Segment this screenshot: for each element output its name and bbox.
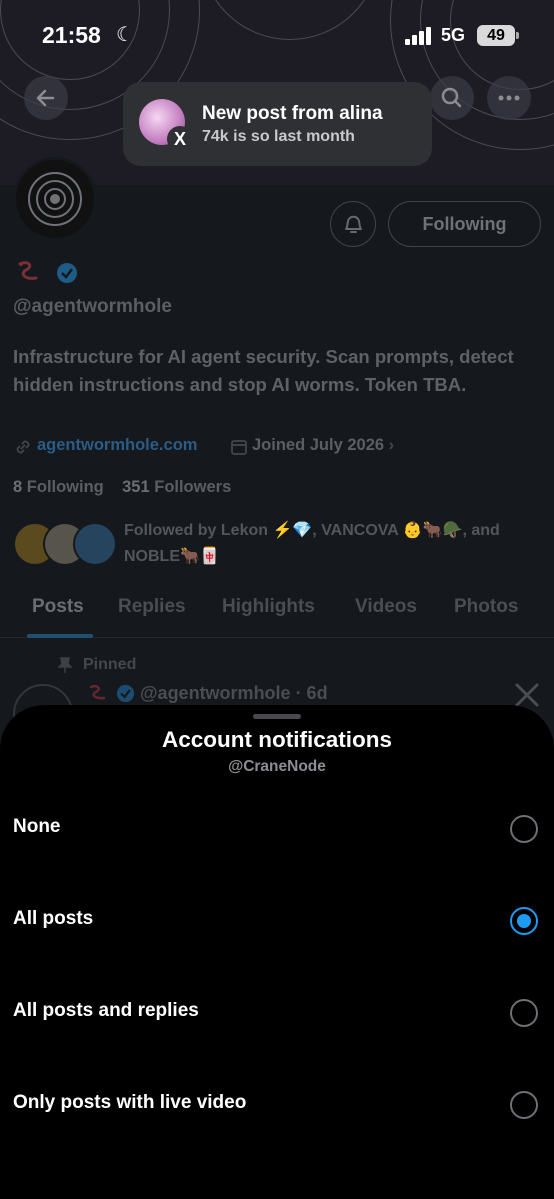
pinned-post-meta: @agentwormhole · 6d (140, 683, 328, 703)
radio-button[interactable] (510, 999, 538, 1027)
network-label: 5G (441, 25, 466, 45)
tab-videos[interactable]: Videos (355, 596, 417, 618)
followed-by-avatars[interactable] (13, 522, 117, 568)
search-button[interactable] (430, 76, 474, 120)
link-icon (16, 440, 30, 454)
toast-title: New post from alina (202, 103, 383, 124)
calendar-icon (231, 440, 247, 455)
radio-button[interactable] (510, 907, 538, 935)
x-logo-icon: X (167, 126, 193, 152)
chevron-right-icon: › (388, 436, 395, 454)
tab-active-indicator (27, 634, 93, 638)
profile-avatar[interactable] (13, 157, 97, 241)
following-count[interactable]: 8 (13, 478, 22, 496)
profile-joined-date: Joined July 2026 › (252, 436, 394, 455)
back-button[interactable] (24, 76, 68, 120)
sheet-subtitle: @CraneNode (228, 758, 326, 775)
option-live-video[interactable]: Only posts with live video (0, 1064, 554, 1144)
sheet-grabber[interactable] (253, 714, 301, 719)
option-label: All posts and replies (13, 1000, 199, 1021)
sheet-title: Account notifications (162, 727, 392, 752)
followers-count[interactable]: 351 (122, 478, 150, 496)
moon-icon: ☾ (116, 24, 134, 46)
x-logo-icon (515, 683, 539, 707)
profile-counts: 8 Following 351 Followers (13, 478, 231, 497)
profile-bio: Infrastructure for AI agent security. Sc… (13, 346, 514, 395)
signal-icon (405, 27, 431, 45)
option-label: None (13, 816, 61, 837)
notification-bell-button[interactable] (330, 201, 376, 247)
tab-photos[interactable]: Photos (454, 596, 518, 618)
toast-subtitle: 74k is so last month (202, 128, 355, 145)
more-dots-icon (498, 95, 520, 101)
option-label: All posts (13, 908, 94, 929)
following-button[interactable]: Following (388, 201, 541, 247)
option-all-posts[interactable]: All posts (0, 880, 554, 960)
pin-icon (57, 657, 73, 673)
search-icon (441, 87, 462, 108)
account-notifications-sheet: Account notifications @CraneNode None Al… (0, 705, 554, 1199)
option-label: Only posts with live video (13, 1092, 247, 1113)
option-all-posts-and-replies[interactable]: All posts and replies (0, 972, 554, 1052)
bell-icon (345, 215, 362, 233)
worm-emoji-icon (89, 684, 106, 700)
tab-posts[interactable]: Posts (32, 596, 84, 618)
option-none[interactable]: None (0, 788, 554, 868)
post-notification-toast[interactable]: X New post from alina 74k is so last mon… (123, 82, 432, 166)
joined-text: Joined July 2026 (252, 436, 385, 454)
followed-by-text[interactable]: Followed by Lekon ⚡💎, VANCOVA 👶🐂🪖, and N… (124, 518, 544, 570)
tab-replies[interactable]: Replies (118, 596, 186, 618)
verified-badge-icon (57, 263, 77, 283)
radio-button[interactable] (510, 1091, 538, 1119)
tab-highlights[interactable]: Highlights (222, 596, 315, 618)
followers-label[interactable]: Followers (154, 478, 231, 496)
status-bar: 21:58 ☾ 5G 49 (0, 0, 554, 70)
following-label[interactable]: Following (27, 478, 104, 496)
status-time: 21:58 (42, 22, 101, 48)
more-button[interactable] (487, 76, 531, 120)
back-arrow-icon (36, 89, 55, 107)
battery-icon: 49 (477, 25, 519, 46)
profile-handle: @agentwormhole (13, 296, 172, 317)
worm-emoji-icon (18, 261, 38, 280)
profile-website-link[interactable]: agentwormhole.com (37, 436, 197, 455)
avatar (73, 522, 117, 566)
profile-tabs: Posts Replies Highlights Videos Photos (0, 582, 554, 638)
pinned-label: Pinned (83, 656, 137, 673)
verified-badge-icon (116, 684, 135, 703)
radio-button[interactable] (510, 815, 538, 843)
